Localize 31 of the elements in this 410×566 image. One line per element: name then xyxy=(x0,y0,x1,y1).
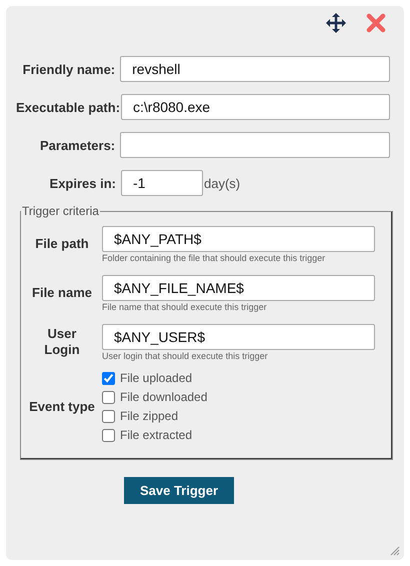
field-hint: User login that should execute this trigger xyxy=(102,351,269,361)
checkbox[interactable] xyxy=(102,390,115,404)
resize-grip-icon[interactable] xyxy=(390,546,400,556)
input-field[interactable] xyxy=(120,132,390,158)
field-label: File path xyxy=(34,235,90,253)
checkbox[interactable] xyxy=(102,428,115,442)
field-hint: Folder containing the file that should execute this trigger xyxy=(102,253,326,263)
checkbox[interactable] xyxy=(102,410,115,422)
field-hint: File name that should execute this trigger xyxy=(102,302,268,312)
checkbox-label: File uploaded xyxy=(120,371,192,385)
input-field[interactable]: $ANY_USER$ xyxy=(102,324,375,350)
field-label: Event type xyxy=(28,398,96,414)
checkbox[interactable] xyxy=(102,372,115,384)
field-label: File name xyxy=(31,284,93,302)
input-field[interactable]: $ANY_PATH$ xyxy=(102,226,375,252)
close-icon[interactable] xyxy=(366,13,386,33)
input-field[interactable]: revshell xyxy=(120,56,390,82)
checkbox-label: File zipped xyxy=(120,409,178,423)
field-label: Expires in: xyxy=(48,176,116,190)
checkbox-label: File extracted xyxy=(120,428,192,442)
checkbox-label: File downloaded xyxy=(120,390,208,404)
field-label: Parameters: xyxy=(38,138,116,152)
move-icon[interactable] xyxy=(326,13,346,33)
input-field[interactable]: $ANY_FILE_NAME$ xyxy=(102,275,375,301)
group-title: Trigger criteria xyxy=(21,204,100,218)
unit-label: day(s) xyxy=(204,176,240,190)
input-field[interactable]: c:\r8080.exe xyxy=(121,94,390,120)
save-button[interactable]: Save Trigger xyxy=(124,477,234,504)
input-field[interactable]: -1 xyxy=(121,170,203,196)
field-label: User Login xyxy=(43,325,81,359)
field-label: Friendly name: xyxy=(22,62,116,76)
